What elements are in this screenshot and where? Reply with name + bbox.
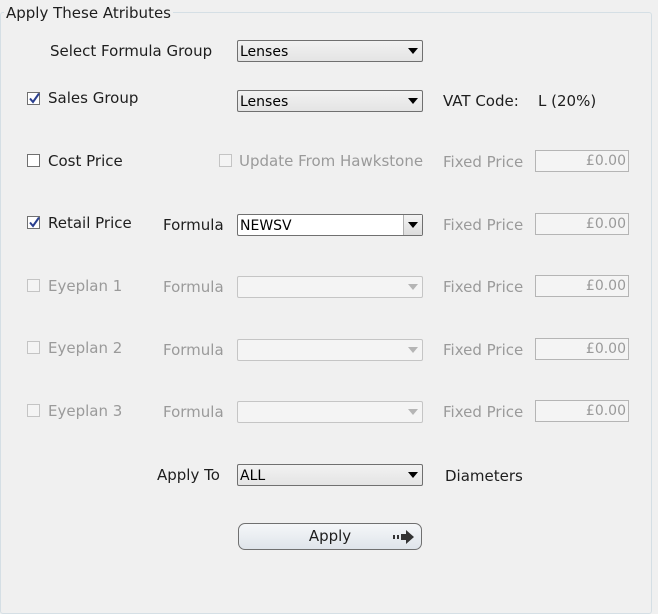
cost-price-checkbox[interactable] [27, 154, 40, 167]
eyeplan2-formula-select[interactable] [237, 339, 423, 361]
cost-fixed-price-input[interactable]: £0.00 [535, 150, 629, 172]
formula-group-value: Lenses [240, 44, 289, 60]
eyeplan3-formula-select[interactable] [237, 401, 423, 423]
group-title: Apply These Atributes [4, 4, 173, 22]
retail-formula-label: Formula [163, 216, 224, 234]
cost-price-label: Cost Price [48, 152, 123, 170]
eyeplan3-label: Eyeplan 3 [48, 402, 123, 420]
eyeplan2-fixed-price-label: Fixed Price [443, 341, 524, 359]
vat-code-label: VAT Code: [443, 92, 519, 110]
chevron-down-icon [408, 472, 418, 478]
eyeplan1-checkbox[interactable] [27, 279, 40, 292]
chevron-down-icon [408, 284, 418, 290]
eyeplan1-fixed-price-label: Fixed Price [443, 278, 524, 296]
chevron-down-icon [408, 48, 418, 54]
formula-group-select[interactable]: Lenses [237, 40, 423, 62]
update-from-hawkstone-checkbox[interactable] [219, 154, 232, 167]
retail-formula-select[interactable]: NEWSV [237, 214, 423, 236]
eyeplan2-fixed-price-input[interactable]: £0.00 [535, 338, 629, 360]
retail-fixed-price-label: Fixed Price [443, 216, 524, 234]
arrow-right-icon [393, 530, 414, 544]
sales-group-checkbox[interactable] [27, 92, 40, 105]
apply-to-value: ALL [240, 468, 266, 484]
eyeplan1-label: Eyeplan 1 [48, 277, 123, 295]
sales-group-select[interactable]: Lenses [237, 90, 423, 112]
sales-group-value: Lenses [240, 94, 289, 110]
apply-to-label: Apply To [157, 466, 220, 484]
chevron-down-icon [408, 347, 418, 353]
chevron-down-icon [408, 222, 418, 228]
retail-fixed-price-input[interactable]: £0.00 [535, 213, 629, 235]
eyeplan3-formula-label: Formula [163, 403, 224, 421]
diameters-label: Diameters [445, 467, 523, 485]
chevron-down-icon [408, 98, 418, 104]
apply-button[interactable]: Apply [238, 523, 422, 550]
eyeplan3-fixed-price-label: Fixed Price [443, 403, 524, 421]
eyeplan1-formula-label: Formula [163, 278, 224, 296]
eyeplan2-formula-label: Formula [163, 341, 224, 359]
eyeplan1-fixed-price-input[interactable]: £0.00 [535, 275, 629, 297]
apply-button-label: Apply [308, 527, 352, 545]
checkmark-icon [29, 92, 40, 104]
eyeplan3-checkbox[interactable] [27, 404, 40, 417]
select-formula-group-label: Select Formula Group [50, 42, 213, 60]
eyeplan1-formula-select[interactable] [237, 276, 423, 298]
retail-price-label: Retail Price [48, 214, 132, 232]
retail-formula-value: NEWSV [240, 218, 292, 234]
eyeplan2-label: Eyeplan 2 [48, 339, 123, 357]
eyeplan3-fixed-price-input[interactable]: £0.00 [535, 400, 629, 422]
sales-group-label: Sales Group [48, 89, 139, 107]
retail-price-checkbox[interactable] [27, 216, 40, 229]
eyeplan2-checkbox[interactable] [27, 341, 40, 354]
apply-to-select[interactable]: ALL [237, 464, 423, 486]
chevron-down-icon [408, 409, 418, 415]
update-from-hawkstone-label: Update From Hawkstone [239, 152, 424, 170]
vat-code-value: L (20%) [538, 92, 597, 110]
checkmark-icon [29, 216, 40, 228]
cost-fixed-price-label: Fixed Price [443, 153, 524, 171]
